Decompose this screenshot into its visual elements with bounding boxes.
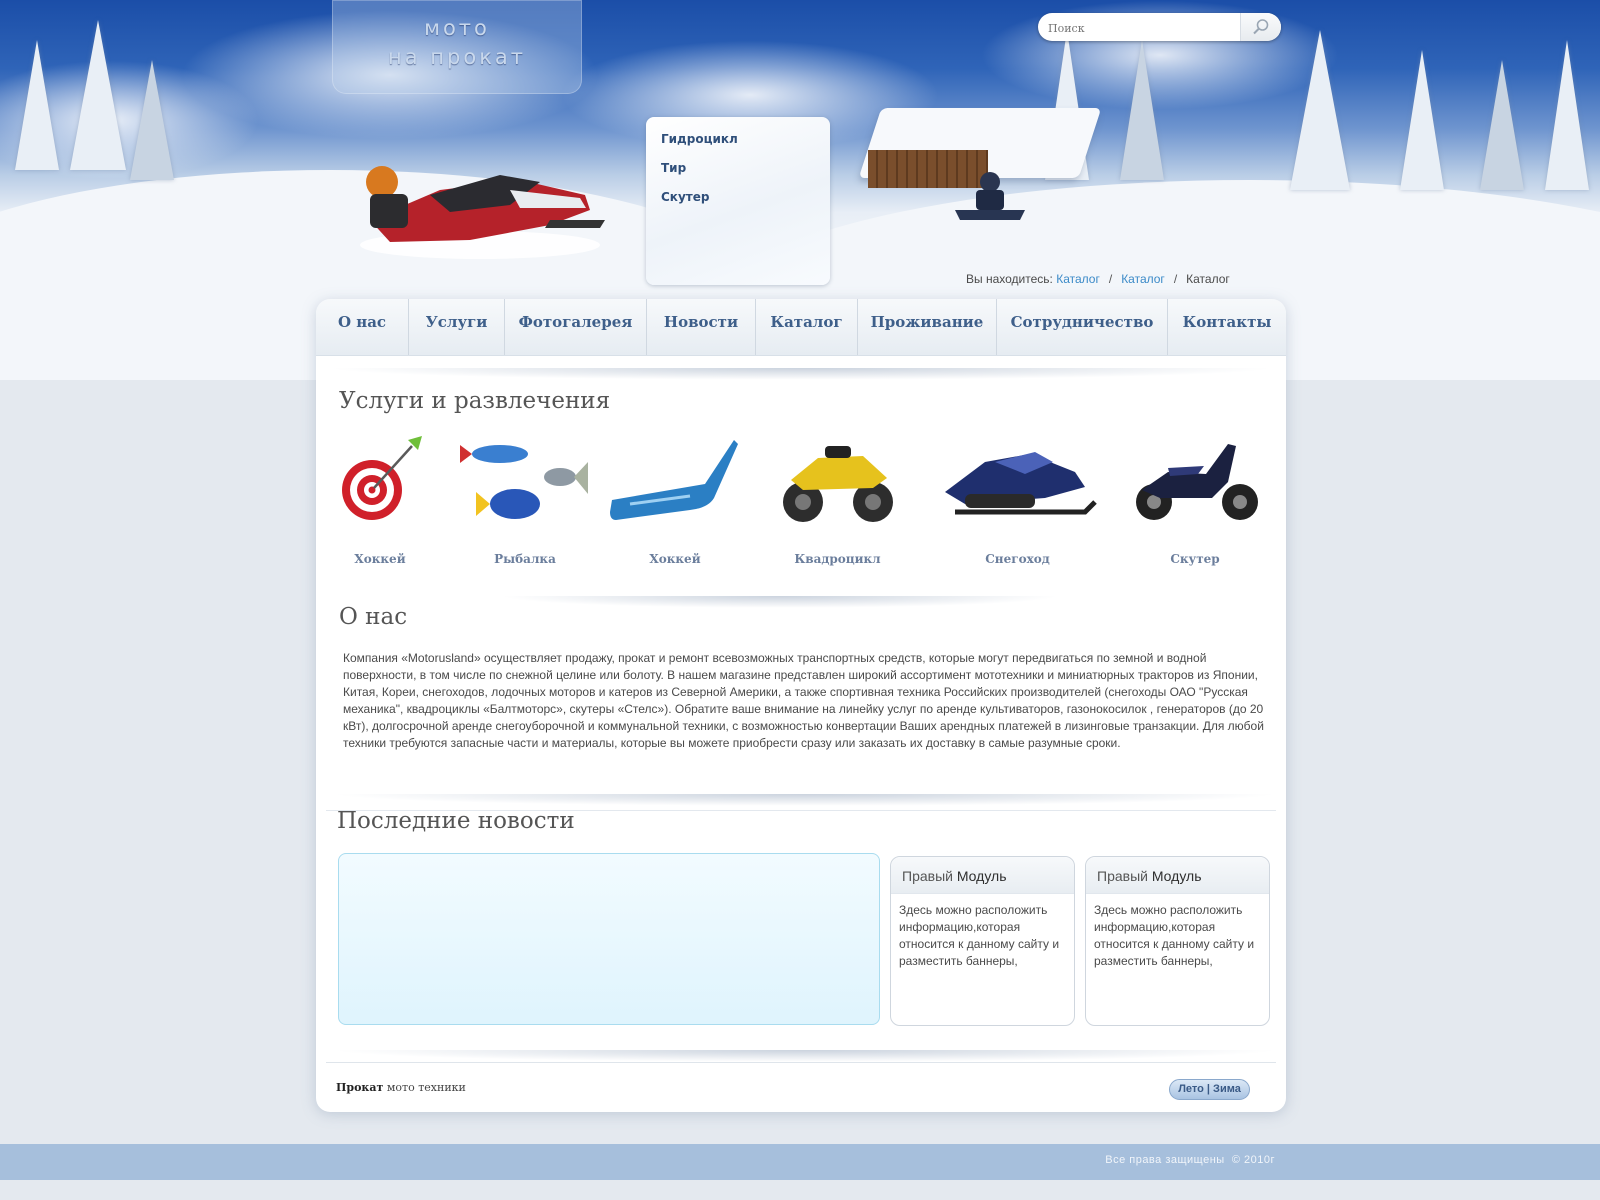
nav-item-news[interactable]: Новости [647, 299, 756, 355]
snowmobile-rider-image [360, 166, 605, 259]
search-box [1038, 13, 1281, 41]
site-logo[interactable]: мото на прокат [332, 0, 582, 94]
module-title: Правый Модуль [1086, 857, 1269, 894]
right-module: Правый Модуль Здесь можно расположить ин… [890, 856, 1075, 1026]
submenu-item-scooter[interactable]: Скутер [661, 183, 830, 212]
service-label: Хоккей [649, 552, 701, 566]
snowy-tree [70, 20, 126, 170]
season-winter-button[interactable]: Зима [1213, 1083, 1241, 1095]
divider [326, 1062, 1276, 1063]
news-title: Последние новости [337, 808, 575, 834]
nav-item-catalog[interactable]: Каталог [756, 299, 858, 355]
service-item[interactable]: Снегоход [930, 432, 1105, 566]
breadcrumb-link[interactable]: Каталог [1056, 272, 1100, 286]
news-box [338, 853, 880, 1025]
submenu-item-shooting[interactable]: Тир [661, 154, 830, 183]
snowy-tree [1545, 40, 1589, 190]
breadcrumb-link[interactable]: Каталог [1121, 272, 1165, 286]
copyright-text: Все права защищены [1105, 1154, 1225, 1166]
main-navigation: О нас Услуги Фотогалерея Новости Каталог… [316, 299, 1286, 356]
footer-tagline-bold: Прокат [336, 1081, 384, 1094]
service-label: Квадроцикл [794, 552, 881, 566]
logo-line-1: мото [424, 16, 490, 40]
service-label: Снегоход [985, 552, 1050, 566]
fish-icon [460, 445, 588, 519]
search-input[interactable] [1046, 17, 1240, 39]
season-summer-button[interactable]: Лето [1178, 1083, 1204, 1095]
snowy-tree [130, 60, 174, 180]
nav-item-about[interactable]: О нас [316, 299, 409, 355]
divider [330, 1050, 1280, 1062]
breadcrumb: Вы находитесь: Каталог / Каталог / Каталог [966, 272, 1230, 286]
scooter-icon [1135, 444, 1258, 520]
service-item[interactable]: Рыбалка [460, 432, 590, 566]
hockey-stick-icon [610, 440, 738, 520]
nav-item-cooperation[interactable]: Сотрудничество [997, 299, 1168, 355]
module-text: Здесь можно расположить информацию,котор… [899, 903, 1060, 968]
copyright-year: 2010г [1244, 1154, 1275, 1166]
divider [330, 794, 1280, 806]
quad-bike-icon [782, 446, 893, 522]
services-title: Услуги и развлечения [339, 388, 611, 414]
season-toggle-separator: | [1206, 1083, 1210, 1095]
dart-target-icon [342, 436, 422, 520]
snowy-tree [1400, 50, 1444, 190]
divider [500, 596, 1060, 608]
copyright: Все права защищены © 2010г [1105, 1154, 1275, 1166]
copyright-icon: © [1228, 1154, 1241, 1166]
breadcrumb-current: Каталог [1186, 272, 1230, 286]
module-title-bold: Модуль [956, 868, 1007, 884]
snowy-tree [1480, 60, 1524, 190]
breadcrumb-separator: / [1108, 272, 1113, 286]
dropdown-submenu: Гидроцикл Тир Скутер [646, 117, 830, 285]
footer-tagline: Прокат мото техники [336, 1081, 466, 1094]
about-title: О нас [339, 604, 408, 630]
search-icon [1253, 19, 1269, 35]
service-label: Хоккей [354, 552, 406, 566]
nav-item-gallery[interactable]: Фотогалерея [505, 299, 647, 355]
module-title-bold: Модуль [1151, 868, 1202, 884]
service-label: Рыбалка [494, 552, 556, 566]
footer-tagline-rest: мото техники [386, 1081, 466, 1094]
breadcrumb-prefix: Вы находитесь: [966, 272, 1053, 286]
nav-item-accommodation[interactable]: Проживание [858, 299, 997, 355]
nav-item-services[interactable]: Услуги [409, 299, 505, 355]
snowy-tree [1120, 40, 1164, 180]
snowmobile-image [955, 172, 1025, 220]
service-label: Скутер [1170, 552, 1220, 566]
right-module: Правый Модуль Здесь можно расположить ин… [1085, 856, 1270, 1026]
service-item[interactable]: Хоккей [330, 432, 430, 566]
module-text: Здесь можно расположить информацию,котор… [1094, 903, 1255, 968]
season-toggle: Лето | Зима [1169, 1079, 1250, 1100]
service-item[interactable]: Хоккей [610, 432, 740, 566]
search-button[interactable] [1240, 13, 1281, 41]
snowy-tree [15, 40, 59, 170]
module-title-light: Правый [1097, 868, 1148, 884]
nav-item-contacts[interactable]: Контакты [1168, 299, 1286, 355]
about-text: Компания «Motorusland» осуществляет прод… [343, 651, 1264, 750]
module-title: Правый Модуль [891, 857, 1074, 894]
bottom-bar: Все права защищены © 2010г [0, 1144, 1600, 1180]
snowmobile-icon [945, 452, 1097, 515]
service-item[interactable]: Квадроцикл [765, 432, 910, 566]
divider [326, 368, 1276, 380]
breadcrumb-separator: / [1173, 272, 1178, 286]
snowy-tree [1290, 30, 1350, 190]
module-title-light: Правый [902, 868, 953, 884]
service-item[interactable]: Скутер [1125, 432, 1265, 566]
submenu-item-jetski[interactable]: Гидроцикл [661, 125, 830, 154]
logo-line-2: на прокат [388, 45, 526, 69]
